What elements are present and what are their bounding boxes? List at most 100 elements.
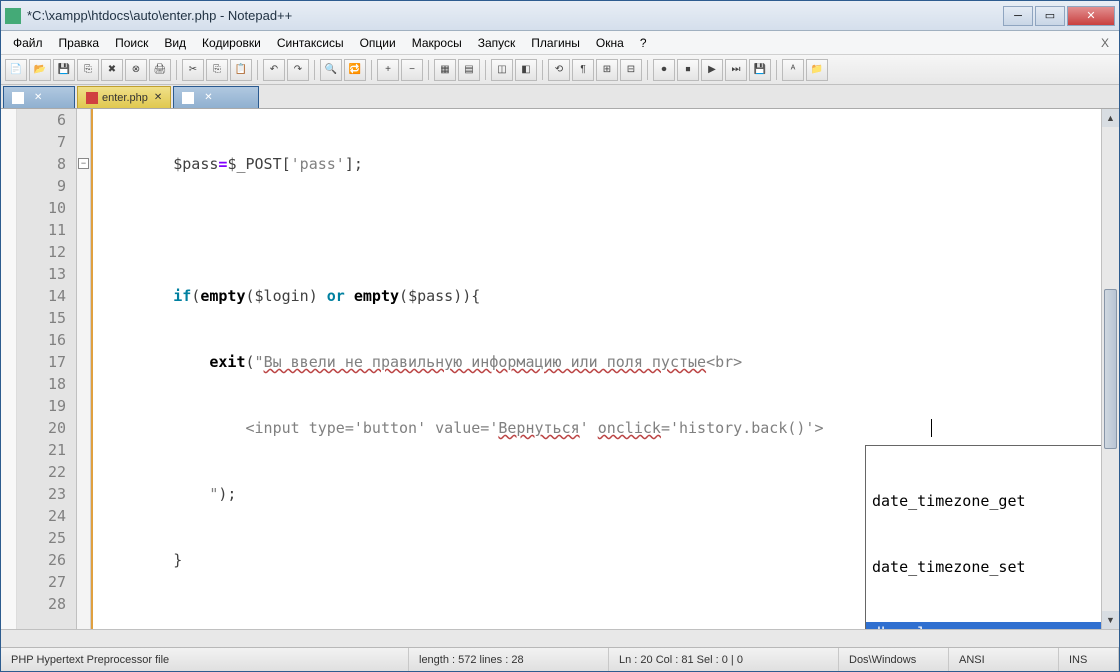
t: ( <box>191 287 200 305</box>
record-icon[interactable]: ⏺ <box>653 59 675 81</box>
cut-icon[interactable]: ✂ <box>182 59 204 81</box>
app-icon <box>5 8 21 24</box>
toolbar-icon[interactable]: ▦ <box>434 59 456 81</box>
code-area[interactable]: $pass=$_POST['pass']; if(empty($login) o… <box>93 109 1101 629</box>
toolbar-icon[interactable]: ⊟ <box>620 59 642 81</box>
scroll-thumb[interactable] <box>1104 289 1117 449</box>
separator <box>314 60 315 80</box>
maximize-button[interactable]: ▭ <box>1035 6 1065 26</box>
t: if <box>173 287 191 305</box>
t <box>101 419 246 437</box>
paste-icon[interactable]: 📋 <box>230 59 252 81</box>
line-numbers[interactable]: 6789101112131415161718192021222324252627… <box>17 109 77 629</box>
separator <box>428 60 429 80</box>
horizontal-scrollbar[interactable] <box>1 629 1119 647</box>
separator <box>257 60 258 80</box>
menu-macros[interactable]: Макросы <box>404 33 470 53</box>
tab-3[interactable]: ✕ <box>173 86 259 108</box>
tab-label: enter.php <box>102 92 148 104</box>
print-icon[interactable]: 🖨 <box>149 59 171 81</box>
t: $login <box>255 287 309 305</box>
separator <box>542 60 543 80</box>
undo-icon[interactable]: ↶ <box>263 59 285 81</box>
menu-encoding[interactable]: Кодировки <box>194 33 269 53</box>
close-all-icon[interactable]: ⊗ <box>125 59 147 81</box>
autocomplete-popup[interactable]: date_timezone_get date_timezone_set dba_… <box>865 445 1101 629</box>
menu-options[interactable]: Опции <box>352 33 404 53</box>
titlebar[interactable]: *C:\xampp\htdocs\auto\enter.php - Notepa… <box>1 1 1119 31</box>
toolbar-icon[interactable]: ◧ <box>515 59 537 81</box>
bookmark-margin[interactable] <box>1 109 17 629</box>
spellcheck-icon[interactable]: ᴬ <box>782 59 804 81</box>
tabbar: ✕ enter.php ✕ ✕ <box>1 85 1119 109</box>
t: ( <box>399 287 408 305</box>
toolbar-icon[interactable]: 💾 <box>749 59 771 81</box>
toolbar-icon[interactable]: 📁 <box>806 59 828 81</box>
menu-plugins[interactable]: Плагины <box>523 33 588 53</box>
scroll-down-icon[interactable]: ▼ <box>1102 611 1119 629</box>
toolbar-icon[interactable]: ▤ <box>458 59 480 81</box>
copy-icon[interactable]: ⎘ <box>206 59 228 81</box>
t: 'button' <box>354 419 426 437</box>
t: or <box>327 287 345 305</box>
toolbar-icon[interactable]: ⏭ <box>725 59 747 81</box>
tab-enter-php[interactable]: enter.php ✕ <box>77 86 171 108</box>
file-icon <box>86 92 98 104</box>
new-file-icon[interactable]: 📄 <box>5 59 27 81</box>
status-insert: INS <box>1059 648 1119 671</box>
autocomplete-item-selected[interactable]: dba_close <box>866 622 1101 629</box>
t <box>101 551 173 569</box>
find-icon[interactable]: 🔍 <box>320 59 342 81</box>
autocomplete-item[interactable]: date_timezone_set <box>866 556 1101 578</box>
menu-edit[interactable]: Правка <box>51 33 108 53</box>
menu-view[interactable]: Вид <box>156 33 194 53</box>
t: ); <box>218 485 236 503</box>
close-file-icon[interactable]: ✖ <box>101 59 123 81</box>
t <box>345 287 354 305</box>
toolbar-icon[interactable]: ¶ <box>572 59 594 81</box>
close-button[interactable]: ✕ <box>1067 6 1115 26</box>
t: $pass <box>173 155 218 173</box>
t: 'history.back()'> <box>670 419 824 437</box>
t: } <box>173 551 182 569</box>
replace-icon[interactable]: 🔁 <box>344 59 366 81</box>
save-all-icon[interactable]: ⎘ <box>77 59 99 81</box>
autocomplete-item[interactable]: date_timezone_get <box>866 490 1101 512</box>
wordwrap-icon[interactable]: ⟲ <box>548 59 570 81</box>
t <box>101 155 173 173</box>
t: Вы ввели не правильную информацию или по… <box>264 353 707 371</box>
tab-1[interactable]: ✕ <box>3 86 75 108</box>
open-file-icon[interactable]: 📂 <box>29 59 51 81</box>
fold-margin[interactable]: − <box>77 109 91 629</box>
minimize-button[interactable]: ─ <box>1003 6 1033 26</box>
separator <box>776 60 777 80</box>
menu-syntax[interactable]: Синтаксисы <box>269 33 352 53</box>
t: $pass <box>408 287 453 305</box>
redo-icon[interactable]: ↷ <box>287 59 309 81</box>
vertical-scrollbar[interactable]: ▲ ▼ <box>1101 109 1119 629</box>
close-tab-icon[interactable]: ✕ <box>34 92 42 103</box>
menu-close-x[interactable]: X <box>1095 36 1115 50</box>
menu-file[interactable]: Файл <box>5 33 51 53</box>
menu-windows[interactable]: Окна <box>588 33 632 53</box>
toolbar-icon[interactable]: ◫ <box>491 59 513 81</box>
save-icon[interactable]: 💾 <box>53 59 75 81</box>
fold-collapse-icon[interactable]: − <box>78 158 89 169</box>
scroll-up-icon[interactable]: ▲ <box>1102 109 1119 127</box>
close-tab-icon[interactable]: ✕ <box>204 92 212 103</box>
t: ) <box>309 287 327 305</box>
play-icon[interactable]: ▶ <box>701 59 723 81</box>
menu-help[interactable]: ? <box>632 33 655 53</box>
close-tab-icon[interactable]: ✕ <box>154 92 162 103</box>
menu-run[interactable]: Запуск <box>470 33 524 53</box>
t: exit <box>209 353 245 371</box>
window-controls: ─ ▭ ✕ <box>1003 6 1115 26</box>
zoom-in-icon[interactable]: + <box>377 59 399 81</box>
editor[interactable]: 6789101112131415161718192021222324252627… <box>1 109 1119 629</box>
toolbar-icon[interactable]: ⊞ <box>596 59 618 81</box>
t: )){ <box>453 287 480 305</box>
t: ] <box>345 155 354 173</box>
menu-search[interactable]: Поиск <box>107 33 156 53</box>
zoom-out-icon[interactable]: − <box>401 59 423 81</box>
stop-icon[interactable]: ⏹ <box>677 59 699 81</box>
